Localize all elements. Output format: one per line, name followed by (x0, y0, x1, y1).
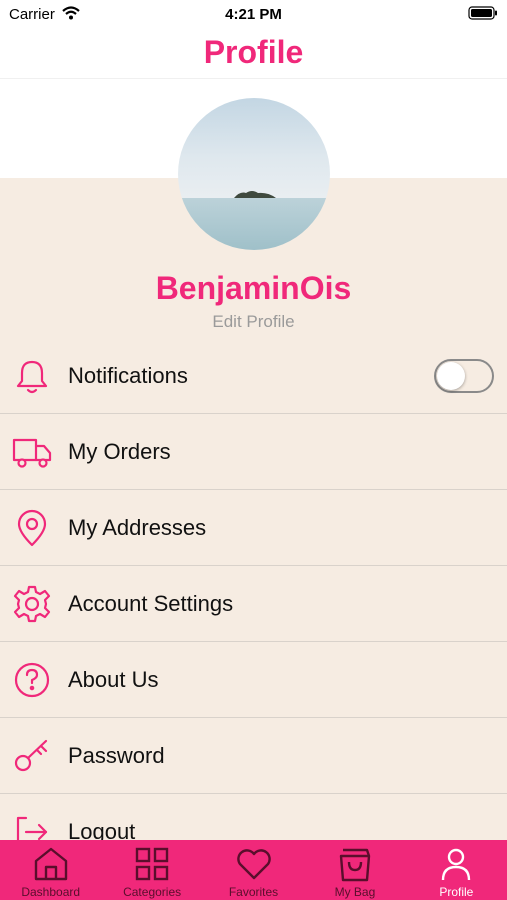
bell-icon (16, 360, 48, 394)
shopping-bag-icon (339, 848, 371, 882)
question-circle-icon (14, 662, 50, 698)
edit-profile-link[interactable]: Edit Profile (0, 312, 507, 332)
menu-item-about-us[interactable]: About Us (0, 642, 507, 718)
menu-label-account-settings: Account Settings (68, 591, 234, 616)
tab-label-dashboard: Dashboard (21, 885, 81, 899)
home-icon (34, 847, 67, 881)
tab-label-my-bag: My Bag (334, 885, 376, 899)
nav-bar: Profile (0, 28, 507, 79)
tab-label-favorites: Favorites (228, 885, 279, 899)
page-title: Profile (203, 34, 304, 70)
toggle-knob (437, 362, 465, 390)
tab-label-profile: Profile (439, 885, 474, 899)
tab-label-categories: Categories (123, 885, 182, 899)
battery-icon (468, 6, 497, 20)
menu-item-my-orders[interactable]: My Orders (0, 414, 507, 490)
tab-favorites[interactable]: Favorites (203, 840, 304, 900)
menu-item-account-settings[interactable]: Account Settings (0, 566, 507, 642)
avatar[interactable] (178, 98, 330, 250)
location-pin-icon (17, 509, 47, 547)
grid-icon (135, 847, 169, 881)
gear-icon (13, 585, 51, 623)
tab-my-bag[interactable]: My Bag (304, 840, 405, 900)
user-icon (442, 848, 471, 881)
tab-categories[interactable]: Categories (101, 840, 202, 900)
clock: 4:21 PM (225, 6, 282, 23)
menu-item-password[interactable]: Password (0, 718, 507, 794)
username: BenjaminOis (155, 270, 352, 306)
menu-item-my-addresses[interactable]: My Addresses (0, 490, 507, 566)
menu-item-notifications[interactable]: Notifications (0, 338, 507, 414)
menu-label-about-us: About Us (68, 667, 159, 692)
menu-label-password: Password (68, 743, 165, 768)
menu-label-my-addresses: My Addresses (68, 515, 207, 540)
truck-icon (12, 438, 52, 468)
menu-label-notifications: Notifications (68, 363, 188, 388)
menu-label-my-orders: My Orders (68, 439, 171, 464)
heart-icon (236, 849, 271, 880)
tab-bar: Dashboard Categories Favorites My Bag Pr… (0, 840, 507, 900)
status-bar: Carrier 4:21 PM (0, 0, 507, 28)
tab-dashboard[interactable]: Dashboard (0, 840, 101, 900)
key-icon (14, 739, 48, 772)
notifications-toggle[interactable] (434, 359, 494, 393)
tab-profile[interactable]: Profile (406, 840, 507, 900)
